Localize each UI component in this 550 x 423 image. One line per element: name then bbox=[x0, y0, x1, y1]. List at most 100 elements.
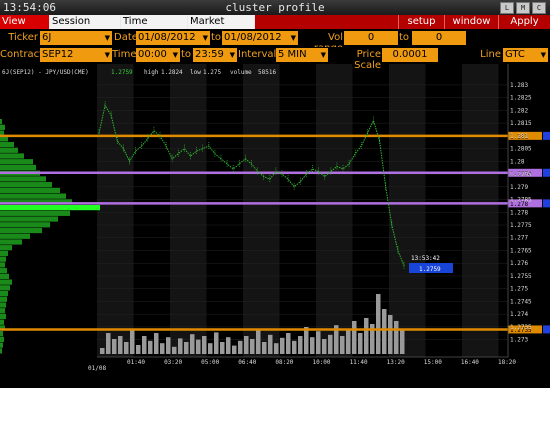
volume-bar bbox=[316, 331, 321, 354]
price-chart[interactable]: 1.281 1.2796 1.278 1.2735 1.283 1.2825 1.282 1… bbox=[0, 64, 550, 388]
volume-profile-bar bbox=[0, 262, 5, 268]
menu-setup[interactable]: setup bbox=[398, 15, 444, 29]
y-tick-label: 1.283 bbox=[510, 82, 528, 89]
volume-profile-bar bbox=[0, 256, 6, 262]
volume-bar bbox=[172, 346, 177, 354]
window-control-c-button[interactable]: C bbox=[532, 2, 546, 14]
volume-bar bbox=[130, 330, 135, 354]
menu-view-dom[interactable]: View DOM bbox=[0, 15, 50, 41]
chevron-down-icon: ▼ bbox=[229, 51, 235, 59]
menu-time-interval[interactable]: Time Interval bbox=[121, 15, 188, 41]
y-tick-label: 1.275 bbox=[510, 286, 528, 293]
volume-profile-bar bbox=[0, 342, 3, 348]
volume-bar bbox=[292, 340, 297, 354]
volume-bar bbox=[382, 309, 387, 354]
menu-market-watch[interactable]: Market Watch bbox=[188, 15, 255, 41]
window-title: cluster profile bbox=[225, 1, 325, 14]
line-select[interactable]: GTC ▼ bbox=[503, 48, 548, 62]
volume-profile-bar bbox=[0, 319, 4, 325]
crosshair-time: 13:53:42 bbox=[411, 255, 440, 262]
menu-session-hours[interactable]: Session Hours bbox=[50, 15, 121, 41]
apply-button[interactable]: Apply bbox=[498, 15, 550, 29]
volume-profile-bar bbox=[0, 193, 66, 199]
time-band bbox=[243, 64, 280, 357]
volume-profile-bar bbox=[0, 187, 60, 194]
ticker-select[interactable]: 6J ▼ bbox=[40, 31, 112, 45]
line-value: GTC bbox=[505, 49, 525, 60]
y-tick-label: 1.2795 bbox=[510, 171, 532, 178]
vol-to-input[interactable]: 0 bbox=[412, 31, 466, 45]
y-tick-label: 1.279 bbox=[510, 184, 528, 191]
volume-profile-bar bbox=[0, 250, 8, 257]
time-band bbox=[97, 64, 134, 357]
level-handle[interactable] bbox=[543, 168, 550, 177]
time-to-select[interactable]: 23:59 ▼ bbox=[193, 48, 237, 62]
volume-profile-bar bbox=[0, 308, 5, 314]
volume-profile-bar bbox=[0, 210, 70, 216]
vol-from-input[interactable]: 0 bbox=[344, 31, 398, 45]
volume-profile-bar bbox=[0, 176, 46, 182]
y-tick-label: 1.2815 bbox=[510, 120, 532, 127]
chart-low-value: 1.275 bbox=[203, 69, 221, 76]
vol-to-label: to bbox=[398, 32, 409, 43]
date-from-select[interactable]: 01/08/2012 ▼ bbox=[136, 31, 210, 45]
volume-profile-bar bbox=[0, 290, 8, 297]
volume-bar bbox=[220, 342, 225, 354]
volume-profile-bar bbox=[0, 285, 10, 291]
time-label: Time bbox=[112, 49, 137, 60]
volume-bar bbox=[148, 340, 153, 354]
interval-select[interactable]: 5 MIN ▼ bbox=[276, 48, 328, 62]
volume-bar bbox=[190, 334, 195, 354]
interval-label: Interval bbox=[238, 49, 277, 60]
chevron-down-icon: ▼ bbox=[104, 34, 110, 42]
time-to-value: 23:59 bbox=[195, 49, 224, 60]
price-scale-input[interactable]: 0.0001 bbox=[382, 48, 438, 62]
chevron-down-icon: ▼ bbox=[104, 51, 110, 59]
x-tick-label: 10:00 bbox=[312, 359, 330, 366]
chart-date-label: 01/08 bbox=[88, 365, 106, 372]
window-control-l-button[interactable]: L bbox=[500, 2, 514, 14]
volume-bar bbox=[184, 342, 189, 354]
volume-profile-bar bbox=[0, 159, 33, 165]
volume-profile-bar bbox=[0, 227, 42, 234]
volume-profile-bar bbox=[0, 331, 3, 337]
contract-value: SEP12 bbox=[42, 49, 74, 60]
x-tick-label: 18:20 bbox=[498, 359, 516, 366]
volume-bar bbox=[394, 321, 399, 354]
chart-high-value: 1.2824 bbox=[161, 69, 183, 76]
volume-bar bbox=[160, 343, 165, 354]
menu-window[interactable]: window bbox=[444, 15, 498, 29]
x-tick-label: 16:40 bbox=[461, 359, 479, 366]
title-bar: 13:54:06 cluster profile L M C bbox=[0, 0, 550, 16]
volume-bar bbox=[232, 345, 237, 354]
contract-select[interactable]: SEP12 ▼ bbox=[40, 48, 112, 62]
volume-bar bbox=[268, 334, 273, 354]
controls-row-1: Ticker 6J ▼ Date 01/08/2012 ▼ to 01/08/2… bbox=[0, 30, 550, 54]
y-tick-label: 1.2765 bbox=[510, 247, 532, 254]
volume-profile-bar bbox=[0, 348, 2, 354]
volume-bar bbox=[208, 343, 213, 354]
time-from-select[interactable]: 00:00 ▼ bbox=[136, 48, 180, 62]
level-handle[interactable] bbox=[543, 199, 550, 208]
time-band bbox=[316, 64, 353, 357]
date-to-select[interactable]: 01/08/2012 ▼ bbox=[222, 31, 298, 45]
volume-profile-bar bbox=[0, 216, 58, 222]
chart-canvas[interactable]: 1.2811.27961.2781.2735 1.2831.28251.2821… bbox=[0, 64, 550, 388]
volume-bar bbox=[256, 330, 261, 354]
volume-profile-bar bbox=[0, 313, 6, 320]
volume-bar bbox=[238, 340, 243, 354]
window-control-m-button[interactable]: M bbox=[516, 2, 530, 14]
volume-bar bbox=[112, 339, 117, 354]
volume-bar bbox=[142, 336, 147, 354]
volume-bar bbox=[364, 318, 369, 354]
volume-bar bbox=[178, 338, 183, 354]
volume-profile-bar bbox=[0, 239, 22, 245]
level-handle[interactable] bbox=[543, 325, 550, 334]
y-tick-label: 1.273 bbox=[510, 337, 528, 344]
volume-bar bbox=[214, 332, 219, 354]
x-tick-label: 13:20 bbox=[387, 359, 405, 366]
interval-value: 5 MIN bbox=[278, 49, 307, 60]
volume-profile-bar bbox=[0, 296, 7, 302]
contract-label: Contract bbox=[0, 49, 44, 60]
level-handle[interactable] bbox=[543, 131, 550, 140]
